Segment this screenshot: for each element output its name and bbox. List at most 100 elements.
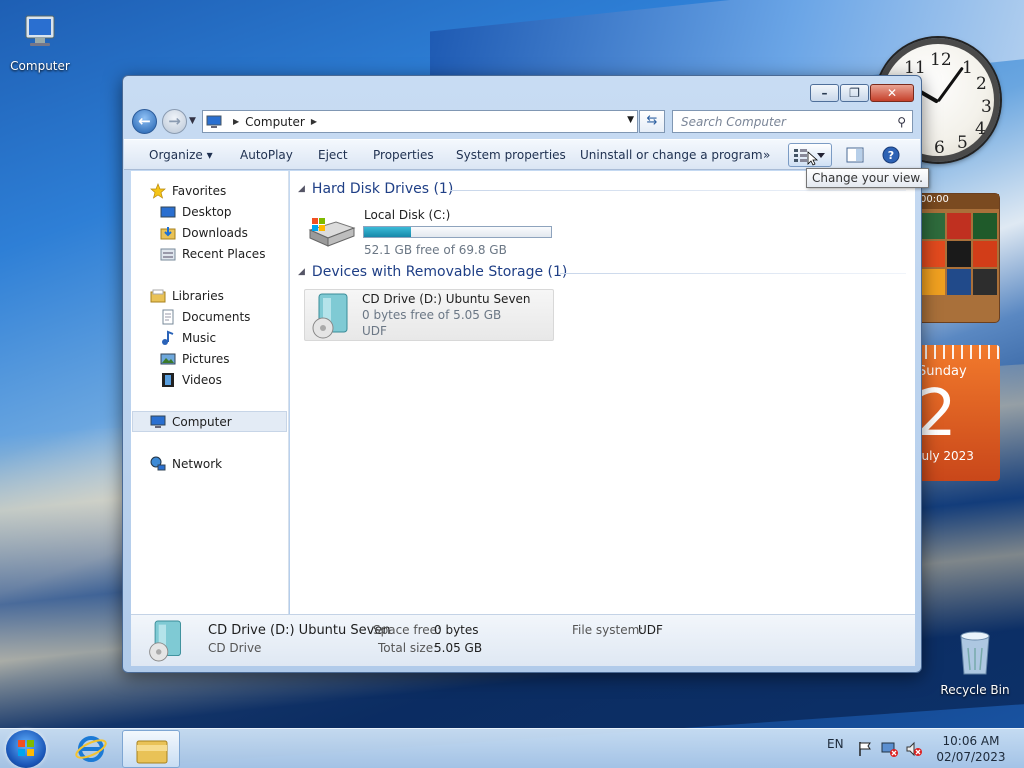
address-bar[interactable]: ▶ Computer ▶ ▼ <box>202 110 638 133</box>
drive-cd-d[interactable]: CD Drive (D:) Ubuntu Seven 0 bytes free … <box>304 289 554 341</box>
nav-music[interactable]: Music <box>160 327 216 348</box>
computer-icon <box>150 415 166 428</box>
volume-muted-icon[interactable] <box>905 741 923 760</box>
help-button[interactable]: ? <box>882 146 900 167</box>
downloads-folder-icon <box>160 226 176 239</box>
network-status-icon[interactable] <box>881 741 899 760</box>
breadcrumb-arrow-icon[interactable]: ▶ <box>311 117 317 126</box>
taskbar-time: 10:06 AM <box>942 734 1000 748</box>
taskbar-windows-explorer[interactable] <box>122 730 180 768</box>
nav-libraries[interactable]: Libraries <box>150 285 224 306</box>
details-pane: CD Drive (D:) Ubuntu Seven CD Drive Spac… <box>131 614 915 666</box>
close-button[interactable]: ✕ <box>870 84 914 102</box>
nav-documents[interactable]: Documents <box>160 306 250 327</box>
title-bar[interactable]: – ❐ ✕ <box>123 76 921 106</box>
nav-videos[interactable]: Videos <box>160 369 222 390</box>
minimize-button[interactable]: – <box>810 84 839 102</box>
clock-minute-hand <box>936 66 964 103</box>
drive-local-disk-c[interactable]: Local Disk (C:) 52.1 GB free of 69.8 GB <box>306 208 566 257</box>
puzzle-tile[interactable] <box>947 269 971 295</box>
autoplay-button[interactable]: AutoPlay <box>240 148 293 162</box>
nav-downloads[interactable]: Downloads <box>160 222 248 243</box>
group-divider <box>450 190 906 191</box>
puzzle-tile[interactable] <box>947 213 971 239</box>
total-size-label: Total size: <box>378 641 438 655</box>
folder-icon <box>136 740 168 764</box>
puzzle-timer: 00:00 <box>917 194 999 209</box>
navigation-bar: ← → ▼ ▶ Computer ▶ ▼ ⇆ Search Computer ⚲ <box>131 107 913 135</box>
desktop-icon <box>160 206 176 217</box>
action-center-icon[interactable] <box>857 741 873 760</box>
computer-icon <box>0 10 80 57</box>
help-icon: ? <box>882 146 900 164</box>
puzzle-tile[interactable] <box>921 213 945 239</box>
puzzle-tile[interactable] <box>921 269 945 295</box>
forward-button[interactable]: → <box>162 109 187 134</box>
nav-desktop[interactable]: Desktop <box>160 201 232 222</box>
search-input[interactable]: Search Computer ⚲ <box>672 110 913 133</box>
calendar-gadget[interactable]: Sunday 2 July 2023 <box>916 345 1000 481</box>
system-properties-button[interactable]: System properties <box>456 148 566 162</box>
language-indicator[interactable]: EN <box>827 737 844 751</box>
maximize-button[interactable]: ❐ <box>840 84 869 102</box>
breadcrumb-computer[interactable]: Computer <box>245 115 305 129</box>
nav-recent-places[interactable]: Recent Places <box>160 243 265 264</box>
nav-network[interactable]: Network <box>150 453 222 474</box>
puzzle-tile[interactable] <box>947 241 971 267</box>
desktop-icon-computer[interactable]: Computer <box>0 10 80 73</box>
change-view-button[interactable] <box>788 143 832 167</box>
taskbar: EN 10:06 AM 02/07/2023 <box>0 728 1024 768</box>
taskbar-internet-explorer[interactable] <box>62 730 120 768</box>
nav-computer[interactable]: Computer <box>132 411 287 432</box>
properties-button[interactable]: Properties <box>373 148 434 162</box>
drive-usage-fill <box>364 227 411 237</box>
puzzle-tile[interactable] <box>973 213 997 239</box>
recent-pages-dropdown[interactable]: ▼ <box>189 116 196 126</box>
eject-button[interactable]: Eject <box>318 148 348 162</box>
puzzle-tile[interactable] <box>921 241 945 267</box>
drive-name: CD Drive (D:) Ubuntu Seven <box>362 292 531 306</box>
group-header-removable-storage[interactable]: ◢ Devices with Removable Storage (1) <box>298 264 567 280</box>
refresh-button[interactable]: ⇆ <box>639 110 665 133</box>
puzzle-tile[interactable] <box>973 241 997 267</box>
navigation-pane: Favorites Desktop Downloads Recent Place… <box>131 171 289 614</box>
space-free-label: Space free: <box>373 623 442 637</box>
nav-favorites[interactable]: Favorites <box>150 180 226 201</box>
collapse-triangle-icon[interactable]: ◢ <box>298 267 305 277</box>
taskbar-date: 02/07/2023 <box>936 750 1006 764</box>
address-dropdown-icon[interactable]: ▼ <box>627 115 634 125</box>
picture-puzzle-gadget[interactable]: 00:00 <box>916 193 1000 323</box>
clock-numeral: 6 <box>934 138 945 158</box>
explorer-window[interactable]: – ❐ ✕ ← → ▼ ▶ Computer ▶ ▼ ⇆ Search Comp… <box>122 75 922 673</box>
search-placeholder: Search Computer <box>681 115 786 129</box>
taskbar-clock[interactable]: 10:06 AM 02/07/2023 <box>932 733 1010 765</box>
desktop-icon-label: Computer <box>10 59 70 73</box>
group-header-hard-disk-drives[interactable]: ◢ Hard Disk Drives (1) <box>298 181 453 197</box>
search-icon[interactable]: ⚲ <box>897 115 906 129</box>
clock-numeral: 5 <box>957 133 968 153</box>
nav-pictures[interactable]: Pictures <box>160 348 230 369</box>
command-bar: Organize ▾ AutoPlay Eject Properties Sys… <box>124 139 920 170</box>
more-commands-button[interactable]: » <box>763 148 770 162</box>
back-button[interactable]: ← <box>132 109 157 134</box>
details-name: CD Drive (D:) Ubuntu Seven <box>208 623 391 638</box>
breadcrumb-arrow-icon[interactable]: ▶ <box>233 117 239 126</box>
desktop-icon-recycle-bin[interactable]: Recycle Bin <box>935 628 1015 697</box>
hard-drive-icon <box>308 218 356 247</box>
change-view-tooltip: Change your view. <box>806 168 929 188</box>
videos-icon <box>162 372 174 387</box>
clock-numeral: 3 <box>981 97 992 117</box>
close-icon: ✕ <box>886 86 898 100</box>
content-pane[interactable]: ◢ Hard Disk Drives (1) Local Disk (C:) 5… <box>290 171 915 614</box>
group-divider <box>560 273 906 274</box>
organize-menu[interactable]: Organize ▾ <box>149 148 213 162</box>
libraries-icon <box>150 289 166 302</box>
preview-pane-icon <box>846 147 864 163</box>
start-button[interactable] <box>6 730 46 768</box>
preview-pane-button[interactable] <box>846 147 864 166</box>
puzzle-grid[interactable] <box>917 209 999 299</box>
puzzle-tile[interactable] <box>973 269 997 295</box>
uninstall-program-button[interactable]: Uninstall or change a program <box>580 148 763 162</box>
collapse-triangle-icon[interactable]: ◢ <box>298 184 305 194</box>
view-options-icon <box>794 149 825 166</box>
